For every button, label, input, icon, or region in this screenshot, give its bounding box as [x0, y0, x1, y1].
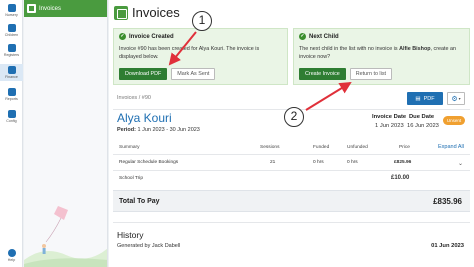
column-header-sessions: Sessions: [260, 145, 280, 150]
column-header-price: Price: [399, 145, 410, 150]
period-value: 1 Jun 2023 - 30 Jun 2023: [137, 127, 200, 133]
next-child-notice: ✓ Next Child The next child in the list …: [293, 28, 470, 85]
app-rail: Nursery Children Registers Finance Repor…: [0, 0, 23, 267]
pdf-button[interactable]: ▤ PDF: [407, 92, 443, 105]
notice-title: Invoice Created: [129, 33, 174, 40]
history-date: 01 Jun 2023: [431, 243, 464, 249]
breadcrumb-current: #90: [141, 95, 151, 101]
column-header-funded: Funded: [313, 145, 330, 150]
row-summary[interactable]: Regular Schedule Bookings: [119, 160, 178, 165]
rail-item-help[interactable]: Help: [0, 249, 23, 262]
row-unfunded: 0 hrs: [347, 160, 358, 165]
notice-body: Invoice #90 has been created for Alya Ko…: [119, 46, 260, 60]
rail-label: Registers: [3, 53, 20, 57]
status-badge: Unsent: [443, 116, 465, 125]
expand-all-link[interactable]: Expand All: [438, 144, 464, 150]
child-icon: [7, 24, 16, 32]
file-icon: ▤: [415, 95, 421, 102]
pdf-button-label: PDF: [423, 95, 435, 102]
invoice-date-label: Invoice Date: [372, 114, 407, 120]
invoices-sidebar: Invoices: [24, 0, 108, 267]
total-label: Total To Pay: [119, 198, 160, 205]
due-date-value: 16 Jun 2023: [407, 123, 439, 129]
invoice-icon: [114, 5, 128, 20]
check-icon: ✓: [299, 33, 306, 40]
annotation-marker-2: 2: [284, 107, 304, 127]
row-price: £825.96: [394, 160, 412, 165]
rail-label: Children: [4, 33, 19, 37]
notice-body-prefix: The next child in the list with no invoi…: [299, 46, 400, 52]
rail-label: Nursery: [5, 13, 18, 17]
rail-item-config[interactable]: Config: [0, 110, 23, 123]
rail-label: Finance: [5, 75, 18, 79]
invoice-icon: [27, 4, 36, 13]
mark-as-sent-button[interactable]: Mark As Sent: [171, 68, 216, 80]
breadcrumb-separator: /: [138, 95, 141, 101]
invoice-created-notice: ✓ Invoice Created Invoice #90 has been c…: [113, 28, 288, 85]
period-label: Period:: [117, 127, 136, 133]
invoice-date-value: 1 Jun 2023: [375, 123, 404, 129]
home-icon: [7, 4, 16, 12]
page-title: Invoices: [132, 5, 180, 20]
book-icon: [7, 44, 16, 52]
total-row: Total To Pay £835.96: [113, 190, 470, 212]
rail-item-reports[interactable]: Reports: [0, 88, 23, 101]
settings-menu-button[interactable]: ⚙ ▾: [447, 92, 465, 105]
rail-item-finance[interactable]: Finance: [0, 64, 23, 81]
main-panel: Invoices ✓ Invoice Created Invoice #90 h…: [109, 0, 474, 267]
create-invoice-button[interactable]: Create Invoice: [299, 68, 346, 80]
kite-illustration: [24, 206, 107, 267]
row-summary: School Trip: [119, 176, 143, 181]
column-header-unfunded: Unfunded: [347, 145, 368, 150]
due-date-label: Due Date: [409, 114, 435, 120]
row-funded: 0 hrs: [313, 160, 324, 165]
rail-label: Help: [7, 258, 16, 262]
child-name: Alya Kouri: [117, 111, 172, 125]
chevron-down-icon[interactable]: ⌄: [458, 160, 463, 167]
return-to-list-button[interactable]: Return to list: [349, 68, 393, 80]
history-section: History Generated by Jack Dabell 01 Jun …: [113, 222, 470, 267]
gear-icon: ⚙: [451, 95, 458, 103]
next-child-name: Alfie Bishop: [399, 46, 431, 52]
rail-label: Reports: [5, 97, 18, 101]
row-sessions: 21: [270, 160, 276, 165]
sidebar-heading: Invoices: [39, 5, 62, 12]
rail-item-children[interactable]: Children: [0, 24, 23, 37]
rail-item-nursery[interactable]: Nursery: [0, 4, 23, 17]
column-header-summary: Summary: [119, 145, 140, 150]
history-entry: Generated by Jack Dabell: [117, 243, 181, 249]
notice-title: Next Child: [309, 33, 339, 40]
download-pdf-button[interactable]: Download PDF: [119, 68, 168, 80]
pound-icon: [7, 66, 16, 74]
breadcrumb: Invoices / #90: [117, 95, 151, 101]
total-value: £835.96: [433, 197, 462, 206]
divider: [113, 154, 470, 155]
rail-item-registers[interactable]: Registers: [0, 44, 23, 57]
divider: [113, 170, 470, 171]
breadcrumb-invoices-link[interactable]: Invoices: [117, 95, 137, 101]
invoice-period: Period: 1 Jun 2023 - 30 Jun 2023: [117, 127, 200, 133]
history-title: History: [117, 230, 144, 240]
help-icon: [7, 249, 16, 257]
annotation-marker-1: 1: [192, 11, 212, 31]
caret-down-icon: ▾: [458, 96, 461, 101]
rail-label: Config: [6, 119, 17, 123]
row-price: £10.00: [391, 175, 410, 181]
check-icon: ✓: [119, 33, 126, 40]
sidebar-item-invoices[interactable]: Invoices: [24, 0, 107, 17]
gear-icon: [7, 110, 16, 118]
chart-icon: [7, 88, 16, 96]
notice-body: The next child in the list with no invoi…: [294, 40, 469, 61]
